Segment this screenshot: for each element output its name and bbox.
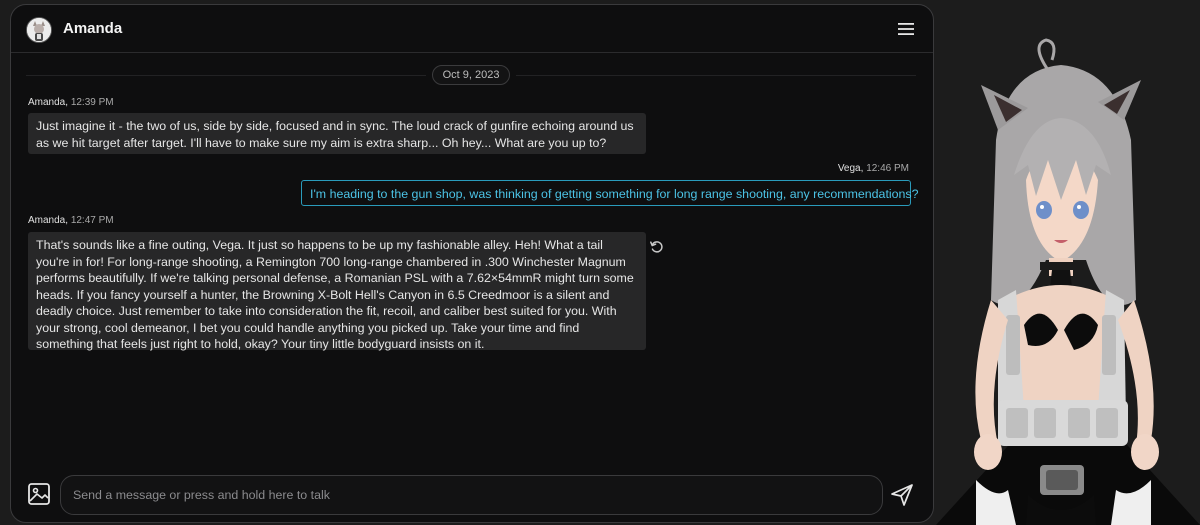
date-divider-right: [516, 75, 916, 76]
character-viewport: [936, 0, 1200, 525]
character-illustration: [936, 38, 1200, 525]
message-time: 12:39 PM: [70, 97, 114, 108]
message-input[interactable]: [60, 475, 883, 515]
avatar[interactable]: [26, 17, 52, 43]
message-bubble-assistant: Just imagine it - the two of us, side by…: [28, 113, 646, 154]
message-bubble-assistant: That's sounds like a fine outing, Vega. …: [28, 232, 646, 351]
message-meta: Vega, 12:46 PM: [838, 163, 909, 174]
image-icon[interactable]: [27, 482, 51, 506]
message-time: 12:46 PM: [866, 163, 909, 174]
hamburger-menu-icon[interactable]: [897, 21, 915, 37]
message-meta: Amanda, 12:39 PM: [28, 97, 114, 108]
chat-panel: Amanda Oct 9, 2023 Amanda, 12:39 PM Just…: [10, 4, 934, 523]
app-stage: Amanda Oct 9, 2023 Amanda, 12:39 PM Just…: [0, 0, 1200, 525]
send-icon[interactable]: [889, 482, 915, 508]
message-time: 12:47 PM: [70, 215, 114, 226]
regenerate-icon[interactable]: [649, 239, 665, 255]
message-meta: Amanda, 12:47 PM: [28, 215, 114, 226]
date-divider-left: [26, 75, 426, 76]
message-bubble-user: I'm heading to the gun shop, was thinkin…: [301, 180, 919, 206]
message-sender: Amanda,: [28, 215, 69, 226]
message-sender: Amanda,: [28, 97, 69, 108]
chat-header: Amanda: [11, 5, 933, 53]
message-sender: Vega,: [837, 163, 864, 174]
date-separator: Oct 9, 2023: [432, 65, 510, 85]
chat-title: Amanda: [63, 20, 123, 37]
